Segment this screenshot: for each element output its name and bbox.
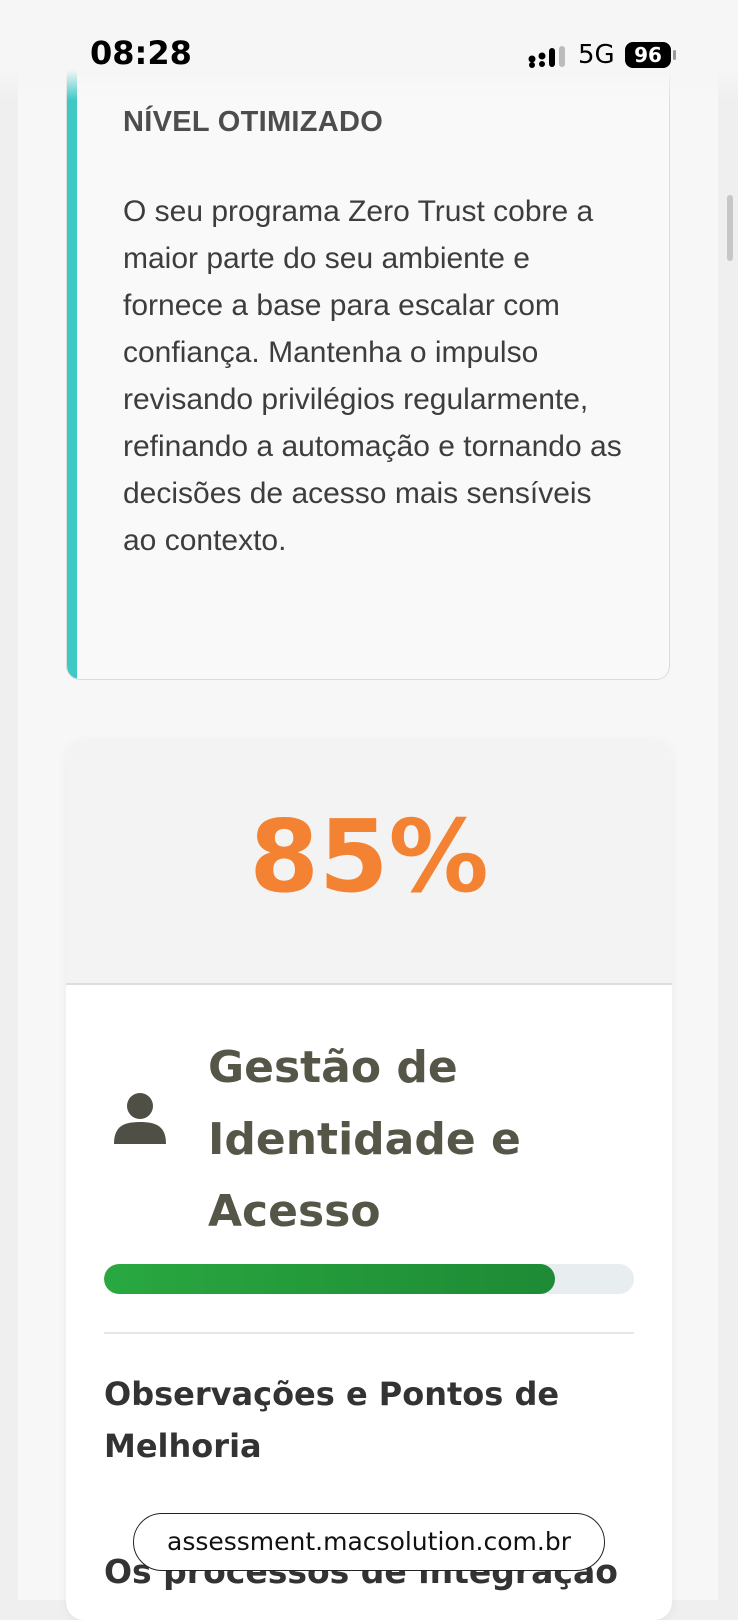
score-header: 85% (66, 740, 672, 985)
level-accent-bar (67, 8, 77, 679)
scrollbar[interactable] (727, 195, 733, 261)
level-description: O seu programa Zero Trust cobre a maior … (123, 195, 622, 557)
user-icon (114, 1093, 166, 1144)
maturity-level-card: NÍVEL OTIMIZADO O seu programa Zero Trus… (66, 7, 670, 680)
status-bar: 08:28 5G 96 (0, 0, 738, 100)
battery-nub (673, 50, 676, 60)
network-type: 5G (578, 40, 615, 70)
category-title: Gestão de Identidade e Acesso (208, 1042, 521, 1237)
score-percentage: 85% (249, 798, 489, 915)
category-score-card: 85% Gestão de Identidade e Acesso Observ… (66, 740, 672, 1620)
progress-bar (104, 1264, 634, 1294)
signal-icon (528, 46, 565, 68)
divider (104, 1332, 634, 1334)
battery-icon: 96 (625, 42, 671, 68)
url-bar[interactable]: assessment.macsolution.com.br (133, 1513, 605, 1571)
status-time: 08:28 (90, 34, 192, 72)
level-title: NÍVEL OTIMIZADO (123, 106, 384, 138)
observations-title: Observações e Pontos de Melhoria (104, 1375, 560, 1465)
progress-fill (104, 1264, 555, 1294)
